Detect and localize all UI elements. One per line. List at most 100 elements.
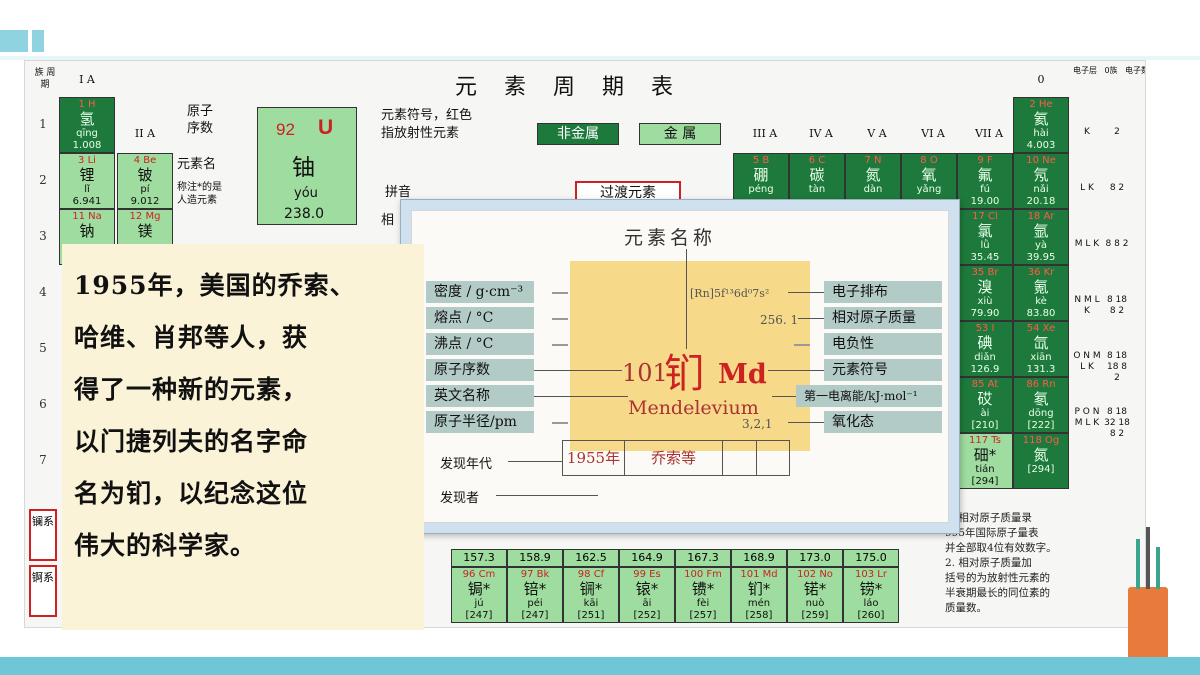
element-pinyin: xiān xyxy=(1030,352,1052,363)
period-label: 5 xyxy=(39,341,47,355)
nonmetal-tag: 非金属 xyxy=(537,123,619,145)
element-mass: 131.3 xyxy=(1026,364,1056,375)
actinide-cell: 99 Es 锿* āi [252] xyxy=(619,567,675,623)
actinide-cell: 97 Bk 锫* péi [247] xyxy=(507,567,563,623)
element-mass: [294] xyxy=(1027,464,1055,475)
legend-number: 92 xyxy=(276,120,295,139)
element-pinyin: fèi xyxy=(696,598,710,609)
element-cell: 3 Li 锂 lǐ 6.941 xyxy=(59,153,115,209)
element-pinyin: dàn xyxy=(863,184,883,195)
group-header-g5: V A xyxy=(867,127,887,140)
card-title: 元素名称 xyxy=(624,227,717,249)
element-mass: [294] xyxy=(971,476,999,487)
element-pinyin: nǎi xyxy=(1033,184,1049,195)
line-element-symbol xyxy=(768,370,824,371)
lanthanide-mass: 164.9 xyxy=(619,549,675,567)
element-pinyin: nuò xyxy=(805,598,825,609)
group-header-g2: II A xyxy=(134,127,156,140)
element-mass: [251] xyxy=(577,610,605,621)
element-card-inner: 元素名称 密度 / g·cm⁻³ 熔点 / °C 沸点 / °C 原子序数 英文… xyxy=(411,210,949,523)
label-atomic-mass: 相对原子质量 xyxy=(824,307,942,329)
element-pinyin: pí xyxy=(140,184,150,195)
element-name: 钔* xyxy=(747,580,771,598)
legend-symbol: U xyxy=(318,116,334,139)
discoverer-value: 乔索等 xyxy=(625,441,723,475)
legend-mass-label: 相 xyxy=(381,213,395,228)
element-name: 氪 xyxy=(1033,278,1049,296)
lanthanide-mass: 158.9 xyxy=(507,549,563,567)
element-cell: 1 H 氢 qīng 1.008 xyxy=(59,97,115,153)
group-header-g3: III A xyxy=(752,127,778,140)
element-cell: 9 F 氟 fú 19.00 xyxy=(957,153,1013,209)
narrative-line: 哈维、肖邦等人，获 xyxy=(74,323,309,352)
element-mass: [210] xyxy=(971,420,999,431)
legend-mass: 238.0 xyxy=(284,206,325,222)
element-name: 氡 xyxy=(1033,390,1049,408)
element-mass: 126.9 xyxy=(970,364,1000,375)
element-pinyin: lǜ xyxy=(980,240,990,251)
element-cell: 36 Kr 氪 kè 83.80 xyxy=(1013,265,1069,321)
legend-name-label: 元素名 xyxy=(177,157,217,172)
line-atomic-number xyxy=(534,370,622,371)
line-electron-config xyxy=(788,292,824,293)
element-pinyin: dōng xyxy=(1028,408,1054,419)
period-label: 3 xyxy=(39,229,47,243)
electron-counts: 8 2 xyxy=(1109,183,1125,193)
card-title-line xyxy=(686,249,687,349)
element-mass: 9.012 xyxy=(130,196,160,207)
element-cell: 18 Ar 氩 yà 39.95 xyxy=(1013,209,1069,265)
actinide-cell: 100 Fm 镄* fèi [257] xyxy=(675,567,731,623)
narrative-line: 1955年，美国的乔索、 xyxy=(74,271,356,300)
discoverer-label: 发现者 xyxy=(440,491,480,506)
element-mass: 19.00 xyxy=(970,196,1000,207)
element-cell: 53 I 碘 diǎn 126.9 xyxy=(957,321,1013,377)
electron-counts: 8 18 32 18 8 2 xyxy=(1104,407,1130,439)
label-ionization-energy: 第一电离能/kJ·mol⁻¹ xyxy=(796,385,942,407)
element-mass: [260] xyxy=(857,610,885,621)
series-label: 镧系 xyxy=(29,509,57,561)
label-boiling-point: 沸点 / °C xyxy=(426,333,534,355)
element-cell: 118 Og 氮 [294] xyxy=(1013,433,1069,489)
element-name: 氙 xyxy=(1033,334,1049,352)
element-name: 钠 xyxy=(79,222,95,240)
actinide-cell: 103 Lr 铹* láo [260] xyxy=(843,567,899,623)
element-mass: [259] xyxy=(801,610,829,621)
element-pinyin: lǐ xyxy=(84,184,90,195)
element-name: 镁 xyxy=(137,222,153,240)
electron-counts: 8 8 2 xyxy=(1105,239,1129,249)
element-cell: 117 Ts 鿬* tián [294] xyxy=(957,433,1013,489)
dash-radius xyxy=(552,422,568,424)
element-mass: [222] xyxy=(1027,420,1055,431)
element-mass: 79.90 xyxy=(970,308,1000,319)
label-atomic-number: 原子序数 xyxy=(426,359,534,381)
legend-symbol-label: 元素符号，红色 指放射性元素 xyxy=(381,108,473,141)
line-oxidation xyxy=(788,422,824,423)
element-mass: [258] xyxy=(745,610,773,621)
element-mass: 1.008 xyxy=(72,140,102,151)
label-element-symbol: 元素符号 xyxy=(824,359,942,381)
narrative-textbox: 1955年，美国的乔索、 哈维、肖邦等人，获 得了一种新的元素， 以门捷列夫的名… xyxy=(62,244,424,630)
element-pinyin: péi xyxy=(527,598,543,609)
element-mass: 6.941 xyxy=(72,196,102,207)
element-cell: 4 Be 铍 pí 9.012 xyxy=(117,153,173,209)
shell-header: 电子数 xyxy=(1125,66,1145,75)
element-name: 锿* xyxy=(635,580,659,598)
element-mass: [252] xyxy=(633,610,661,621)
period-label: 4 xyxy=(39,285,47,299)
label-electron-config: 电子排布 xyxy=(824,281,942,303)
discovery-empty-cell xyxy=(757,441,789,475)
label-density: 密度 / g·cm⁻³ xyxy=(426,281,534,303)
electron-counts: 8 18 8 2 xyxy=(1106,295,1128,316)
element-mass: 39.95 xyxy=(1026,252,1056,263)
table-notes: 1. 相对原子质量录 995年国际原子量表 并全部取4位有效数字。 2. 相对原… xyxy=(945,512,1057,614)
element-name: 氧 xyxy=(921,166,937,184)
element-pinyin: kāi xyxy=(583,598,599,609)
dash-density xyxy=(552,292,568,294)
element-name: 氩 xyxy=(1033,222,1049,240)
period-label: 1 xyxy=(39,117,47,131)
group-header-g0: 0 xyxy=(1037,73,1045,86)
electron-counts: 8 18 18 8 2 xyxy=(1106,351,1128,383)
element-name: 氢 xyxy=(79,110,95,128)
lanthanide-mass: 173.0 xyxy=(787,549,843,567)
group-header-g7: VII A xyxy=(974,127,1004,140)
